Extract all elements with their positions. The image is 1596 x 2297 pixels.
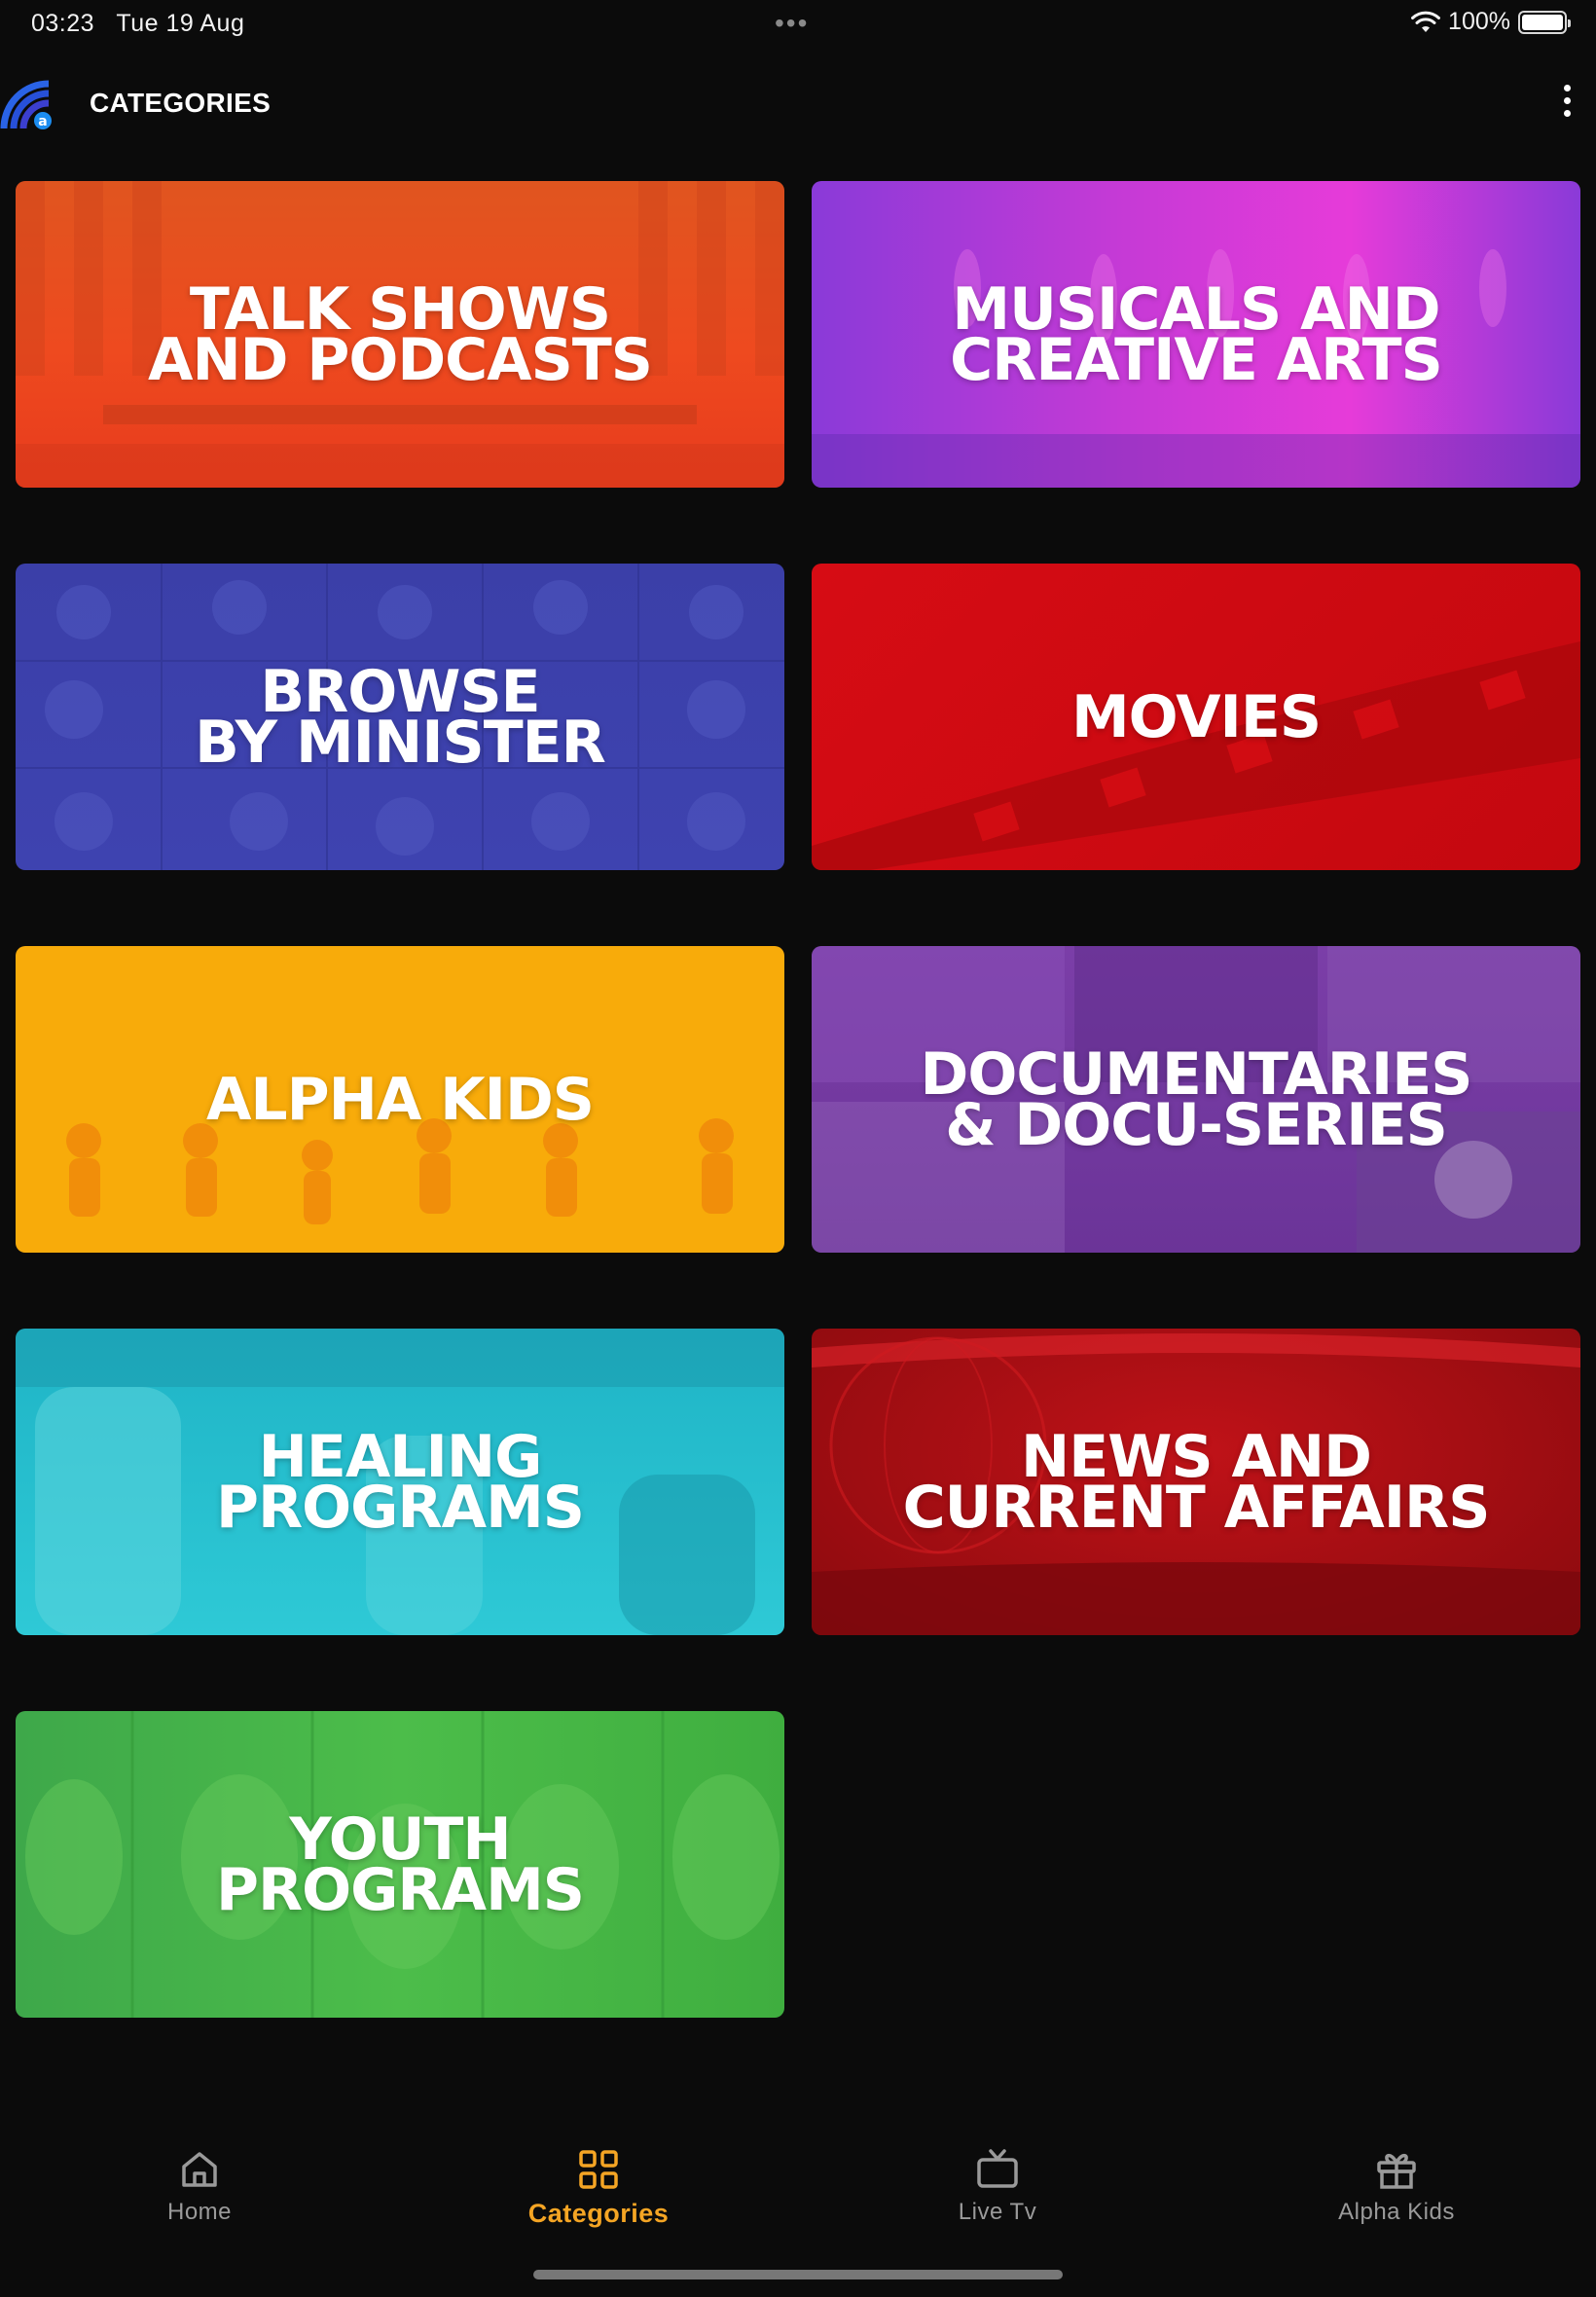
multitasking-dots[interactable]: ••• <box>775 8 809 39</box>
category-title: HEALING PROGRAMS <box>216 1422 585 1542</box>
status-bar: 03:23 Tue 19 Aug ••• 100% <box>0 0 1596 49</box>
category-card-youth-programs[interactable]: YOUTH PROGRAMS <box>16 1711 784 2018</box>
nav-home[interactable]: Home <box>0 2146 399 2253</box>
page-title: CATEGORIES <box>90 88 272 118</box>
svg-text:a: a <box>38 114 47 129</box>
more-options-button[interactable] <box>1547 76 1586 125</box>
battery-icon <box>1518 10 1571 34</box>
status-indicators: 100% <box>1411 8 1571 36</box>
app-logo[interactable]: a <box>0 76 56 132</box>
category-card-alpha-kids[interactable]: ALPHA KIDS <box>16 946 784 1253</box>
category-title: NEWS AND CURRENT AFFAIRS <box>902 1422 1491 1542</box>
wifi-icon <box>1411 11 1441 32</box>
nav-alpha-kids-label: Alpha Kids <box>1338 2199 1455 2225</box>
nav-home-label: Home <box>166 2199 233 2225</box>
category-card-healing-programs[interactable]: HEALING PROGRAMS <box>16 1329 784 1635</box>
gift-icon <box>1377 2154 1416 2189</box>
more-dot-icon <box>1563 109 1571 117</box>
category-card-news[interactable]: NEWS AND CURRENT AFFAIRS <box>812 1329 1580 1635</box>
category-card-movies[interactable]: MOVIES <box>812 564 1580 870</box>
category-title: ALPHA KIDS <box>205 1065 595 1134</box>
nav-categories-label: Categories <box>527 2199 670 2228</box>
category-title: MUSICALS AND CREATIVE ARTS <box>950 274 1443 394</box>
category-card-browse-by-minister[interactable]: BROWSE BY MINISTER <box>16 564 784 870</box>
more-dot-icon <box>1563 96 1571 104</box>
category-title: YOUTH PROGRAMS <box>216 1805 585 1924</box>
category-card-documentaries[interactable]: DOCUMENTARIES & DOCU-SERIES <box>812 946 1580 1253</box>
nav-categories[interactable]: Categories <box>399 2146 798 2253</box>
category-title: DOCUMENTARIES & DOCU-SERIES <box>920 1039 1473 1159</box>
bottom-navigation: Home Categories Live Tv Alpha Kids <box>0 2146 1596 2253</box>
category-title: MOVIES <box>1070 682 1322 751</box>
home-icon <box>182 2152 217 2187</box>
status-time: 03:23 Tue 19 Aug <box>31 10 245 37</box>
category-card-musicals[interactable]: MUSICALS AND CREATIVE ARTS <box>812 181 1580 488</box>
more-dot-icon <box>1563 84 1571 91</box>
nav-alpha-kids[interactable]: Alpha Kids <box>1197 2146 1596 2253</box>
category-title: BROWSE BY MINISTER <box>195 657 606 777</box>
category-grid: TALK SHOWS AND PODCASTS MUSICALS AND CRE… <box>16 181 1580 2018</box>
nav-live-tv-label: Live Tv <box>958 2199 1037 2225</box>
grid-icon <box>579 2150 618 2189</box>
nav-live-tv[interactable]: Live Tv <box>798 2146 1197 2253</box>
category-title: TALK SHOWS AND PODCASTS <box>148 274 653 394</box>
battery-percentage: 100% <box>1448 8 1510 35</box>
app-bar: a CATEGORIES <box>0 68 1596 136</box>
home-indicator[interactable] <box>533 2270 1063 2279</box>
category-card-talk-shows[interactable]: TALK SHOWS AND PODCASTS <box>16 181 784 488</box>
tv-icon <box>977 2149 1018 2188</box>
